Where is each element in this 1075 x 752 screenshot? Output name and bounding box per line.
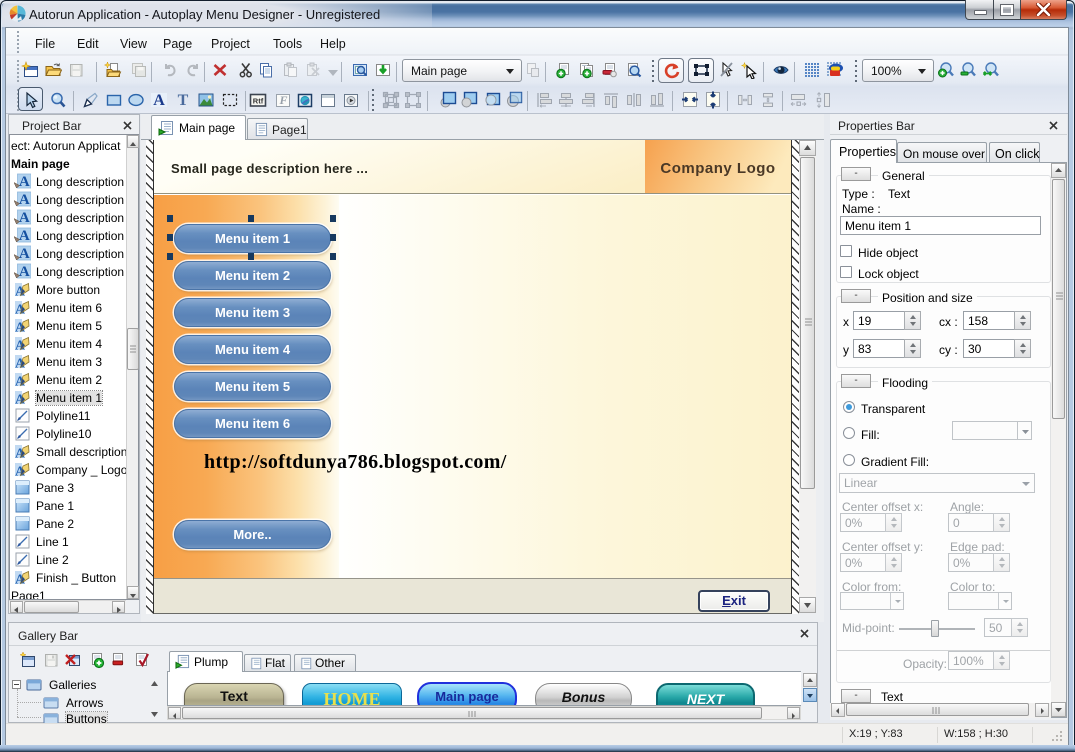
svg-text:T: T <box>178 92 189 109</box>
svg-text:F: F <box>278 93 287 107</box>
svg-text:Rtf: Rtf <box>253 97 264 106</box>
svg-text:A: A <box>153 92 165 109</box>
